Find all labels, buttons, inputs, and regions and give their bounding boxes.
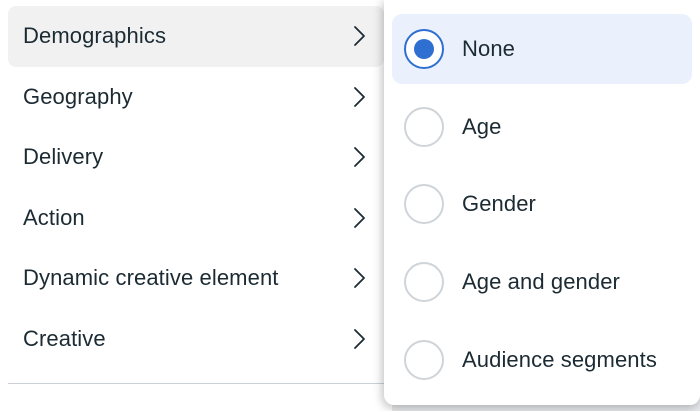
menu-item-delivery[interactable]: Delivery [8,127,384,188]
menu-item-label: Delivery [23,144,104,170]
chevron-right-icon [352,266,368,290]
menu-item-label: Geography [23,83,133,109]
chevron-right-icon [352,145,368,169]
option-label: Gender [462,191,536,217]
radio-dot-icon [414,39,434,59]
menu-item-label: Action [23,204,85,230]
option-audience-segments[interactable]: Audience segments [392,325,692,395]
menu-item-demographics[interactable]: Demographics [8,6,384,67]
radio-button[interactable] [404,262,444,303]
option-label: None [462,36,515,61]
option-label: Age and gender [462,269,620,295]
option-age[interactable]: Age [392,92,692,162]
menu-item-label: Creative [23,325,106,351]
menu-item-action[interactable]: Action [8,188,384,249]
radio-button[interactable] [404,184,444,225]
menu-item-label: Demographics [23,23,167,49]
chevron-right-icon [352,85,368,109]
breakdown-dropdown: Demographics Geography Delivery Action D… [0,0,700,411]
demographics-option-list: None Age Gender Age and gender Audience … [392,14,692,402]
menu-item-geography[interactable]: Geography [8,67,384,128]
radio-button[interactable] [404,339,444,380]
breakdown-menu-list: Demographics Geography Delivery Action D… [8,6,384,369]
menu-item-dynamic-creative-element[interactable]: Dynamic creative element [8,248,384,309]
option-none[interactable]: None [392,14,692,84]
menu-divider [8,383,384,384]
demographics-submenu: None Age Gender Age and gender Audience … [384,0,700,405]
option-gender[interactable]: Gender [392,169,692,239]
submenu-top-edge [384,0,700,8]
radio-button-selected[interactable] [404,29,444,69]
chevron-right-icon [352,206,368,230]
radio-button[interactable] [404,106,444,147]
chevron-right-icon [352,24,368,48]
breakdown-menu: Demographics Geography Delivery Action D… [0,0,392,411]
chevron-right-icon [352,327,368,351]
menu-item-label: Dynamic creative element [23,265,279,291]
menu-item-creative[interactable]: Creative [8,309,384,370]
option-label: Age [462,113,502,139]
option-age-and-gender[interactable]: Age and gender [392,247,692,317]
option-label: Audience segments [462,346,657,372]
